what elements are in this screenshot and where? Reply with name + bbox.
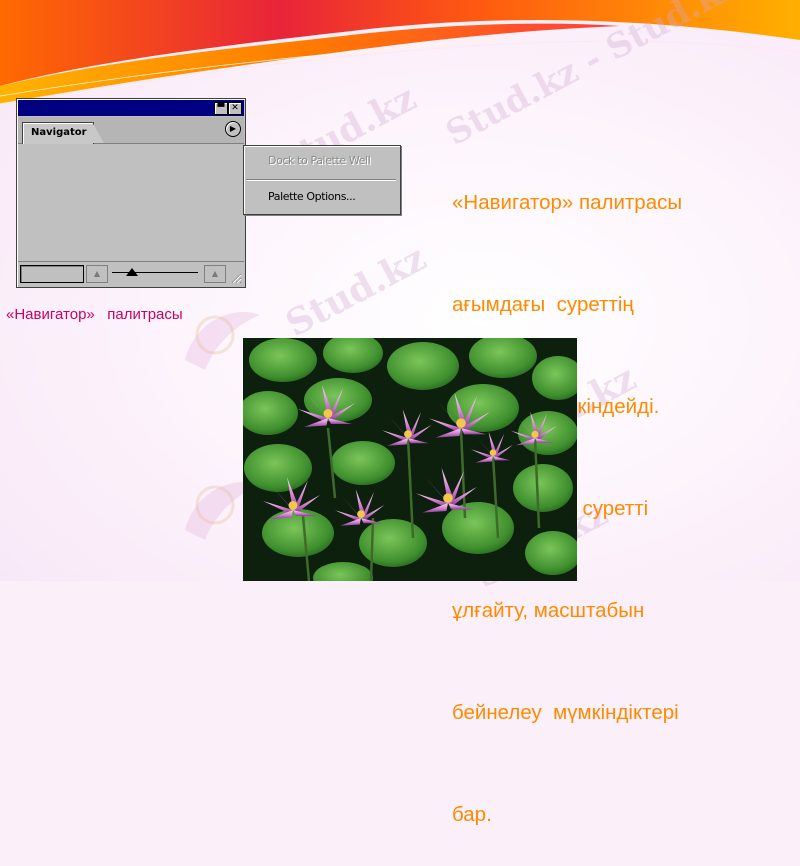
tab-navigator[interactable]: Navigator	[22, 122, 94, 144]
decorative-banner	[0, 0, 800, 105]
tab-notch	[92, 122, 104, 143]
palette-footer: ▲ ▲	[18, 261, 244, 286]
navigator-palette: ▀ ✕ Navigator ▶ ▲ ▲	[16, 98, 246, 288]
zoom-input[interactable]	[20, 265, 84, 283]
water-lily-photo	[243, 338, 577, 581]
navigator-preview-area[interactable]	[22, 147, 240, 259]
description-line: «Навигатор» палитрасы	[452, 191, 683, 214]
menu-item-palette-options[interactable]: Palette Options...	[268, 190, 356, 203]
palette-title-bar[interactable]: ▀ ✕	[18, 100, 244, 116]
palette-caption: «Навигатор» палитрасы	[6, 306, 183, 323]
palette-flyout-menu: Dock to Palette Well Palette Options...	[243, 145, 401, 215]
description-line: ұлғайту, масштабын	[452, 599, 645, 622]
zoom-slider-thumb[interactable]	[126, 268, 138, 276]
minimize-icon[interactable]: ▀	[214, 102, 228, 115]
zoom-in-icon[interactable]: ▲	[204, 265, 226, 283]
resize-grip-icon[interactable]	[230, 272, 242, 284]
zoom-slider-track[interactable]	[112, 272, 198, 273]
close-icon[interactable]: ✕	[228, 102, 242, 115]
description-line: бейнелеу мүмкіндіктері	[452, 701, 679, 724]
zoom-out-icon[interactable]: ▲	[86, 265, 108, 283]
palette-tab-strip: Navigator ▶	[18, 117, 244, 144]
menu-item-dock-to-palette-well: Dock to Palette Well	[268, 154, 371, 167]
menu-separator	[246, 179, 396, 181]
description-line: ағымдағы суреттің	[452, 293, 634, 316]
description-line: бар.	[452, 803, 492, 826]
tab-navigator-label: Navigator	[31, 127, 87, 138]
palette-menu-arrow-icon[interactable]: ▶	[225, 121, 241, 137]
